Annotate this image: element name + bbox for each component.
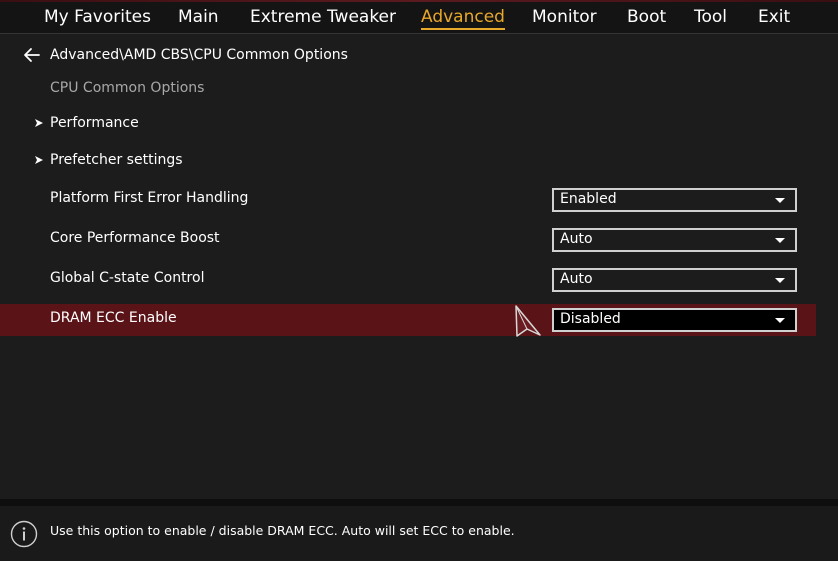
- select-value: Auto: [560, 231, 593, 247]
- help-bar: Use this option to enable / disable DRAM…: [0, 499, 838, 561]
- submenu-label: Prefetcher settings: [50, 152, 183, 168]
- option-row-dram-ecc-enable[interactable]: DRAM ECC Enable Disabled: [0, 304, 816, 336]
- tab-boot[interactable]: Boot: [627, 7, 666, 27]
- tab-tool[interactable]: Tool: [694, 7, 727, 27]
- tab-monitor[interactable]: Monitor: [532, 7, 597, 27]
- select-value: Enabled: [560, 191, 617, 207]
- info-icon: [10, 520, 38, 548]
- mouse-cursor-icon: [515, 305, 541, 337]
- chevron-right-icon: [35, 156, 43, 164]
- tab-my-favorites[interactable]: My Favorites: [44, 7, 151, 27]
- top-accent-stripe: [0, 0, 838, 2]
- submenu-performance[interactable]: Performance: [34, 112, 139, 134]
- core-performance-boost-select[interactable]: Auto: [552, 228, 797, 252]
- option-row-core-performance-boost[interactable]: Core Performance Boost Auto: [0, 224, 816, 256]
- submenu-label: Performance: [50, 115, 139, 131]
- back-arrow-icon[interactable]: [22, 45, 42, 65]
- select-value: Auto: [560, 271, 593, 287]
- dropdown-caret-icon: [775, 318, 785, 323]
- top-nav-bar: My Favorites Main Extreme Tweaker Advanc…: [0, 0, 838, 34]
- dropdown-caret-icon: [775, 198, 785, 203]
- tab-main[interactable]: Main: [178, 7, 219, 27]
- platform-first-error-handling-select[interactable]: Enabled: [552, 188, 797, 212]
- option-row-global-c-state-control[interactable]: Global C-state Control Auto: [0, 264, 816, 296]
- option-label: Core Performance Boost: [50, 230, 220, 246]
- dropdown-caret-icon: [775, 238, 785, 243]
- option-row-platform-first-error-handling[interactable]: Platform First Error Handling Enabled: [0, 184, 816, 216]
- help-text: Use this option to enable / disable DRAM…: [50, 523, 515, 538]
- breadcrumb-path: Advanced\AMD CBS\CPU Common Options: [50, 47, 348, 63]
- tab-exit[interactable]: Exit: [758, 7, 790, 27]
- breadcrumb: Advanced\AMD CBS\CPU Common Options: [22, 45, 348, 65]
- select-value: Disabled: [560, 311, 621, 327]
- submenu-prefetcher-settings[interactable]: Prefetcher settings: [34, 149, 183, 171]
- option-label: Platform First Error Handling: [50, 190, 249, 206]
- global-c-state-control-select[interactable]: Auto: [552, 268, 797, 292]
- option-label: DRAM ECC Enable: [50, 310, 177, 326]
- dram-ecc-enable-select[interactable]: Disabled: [552, 308, 797, 332]
- tab-advanced[interactable]: Advanced: [421, 7, 505, 30]
- option-label: Global C-state Control: [50, 270, 205, 286]
- chevron-right-icon: [35, 119, 43, 127]
- dropdown-caret-icon: [775, 278, 785, 283]
- tab-extreme-tweaker[interactable]: Extreme Tweaker: [250, 7, 396, 27]
- section-title: CPU Common Options: [50, 80, 205, 96]
